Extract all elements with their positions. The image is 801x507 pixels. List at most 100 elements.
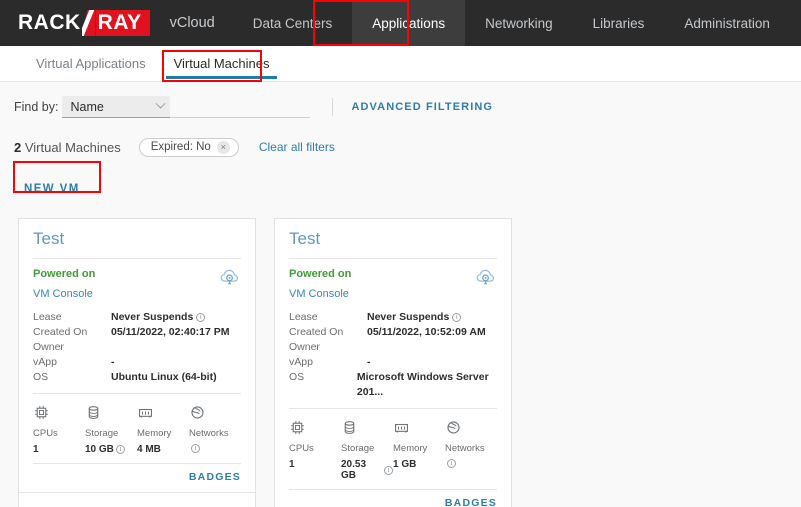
spec-value-storage: 20.53 GB i xyxy=(341,459,393,481)
meta-value-created-on: 05/11/2022, 10:52:09 AM xyxy=(367,326,486,338)
badges-link[interactable]: BADGES xyxy=(189,471,241,483)
vm-console-link[interactable]: VM Console xyxy=(289,288,351,300)
spec-value-memory: 4 MB xyxy=(137,444,161,455)
network-globe-icon xyxy=(189,404,241,424)
chevron-down-icon xyxy=(156,98,166,109)
spec-memory: Memory 4 MB xyxy=(137,404,189,455)
spec-label-cpus: CPUs xyxy=(289,443,314,454)
nav-item-monitor[interactable]: Monitor xyxy=(790,0,801,46)
spec-storage: Storage 20.53 GB i xyxy=(341,419,393,481)
cpu-icon xyxy=(289,419,341,439)
meta-value-os: Ubuntu Linux (64-bit) xyxy=(111,371,217,383)
nav-item-networking[interactable]: Networking xyxy=(465,0,573,46)
clear-all-filters-link[interactable]: Clear all filters xyxy=(259,140,335,154)
filter-chip-expired[interactable]: Expired: No × xyxy=(138,137,239,157)
nav-item-data-centers[interactable]: Data Centers xyxy=(233,0,353,46)
vm-card-title[interactable]: Test xyxy=(33,229,241,258)
status-badge: Powered on xyxy=(289,268,352,280)
filter-bar: Find by: Name ADVANCED FILTERING xyxy=(0,92,801,122)
tab-virtual-applications[interactable]: Virtual Applications xyxy=(22,46,160,81)
vm-card[interactable]: Test Powered on VM Console Lease Never S… xyxy=(18,218,256,507)
spec-cpus: CPUs 1 xyxy=(33,404,85,455)
spec-label-memory: Memory xyxy=(137,428,172,439)
network-globe-icon xyxy=(445,419,497,439)
badges-link[interactable]: BADGES xyxy=(445,497,497,507)
meta-label-owner: Owner xyxy=(33,341,64,353)
filter-chip-label: Expired: No xyxy=(150,141,211,153)
close-icon[interactable]: × xyxy=(216,140,230,154)
info-icon[interactable]: i xyxy=(191,444,200,453)
cpu-icon xyxy=(33,404,85,424)
meta-label-owner: Owner xyxy=(289,341,320,353)
meta-value-created-on: 05/11/2022, 02:40:17 PM xyxy=(111,326,230,338)
find-by-selected-value: Name xyxy=(70,99,104,114)
meta-row-os: OS Ubuntu Linux (64-bit) xyxy=(33,370,241,385)
vm-card[interactable]: Test Powered on VM Console Lease Never S… xyxy=(274,218,512,507)
spec-label-networks: Networks xyxy=(445,443,485,454)
meta-value-os: Microsoft Windows Server 201... xyxy=(356,371,489,398)
info-icon[interactable]: i xyxy=(115,445,125,454)
spec-memory: Memory 1 GB xyxy=(393,419,445,481)
new-vm-button[interactable]: NEW VM xyxy=(14,175,90,203)
spec-label-storage: Storage xyxy=(85,428,119,439)
main-nav-items: Data Centers Applications Networking Lib… xyxy=(233,0,801,46)
top-navigation-bar: RACK RAY vCloud Data Centers Application… xyxy=(0,0,801,46)
meta-row-owner: Owner xyxy=(289,340,497,355)
memory-icon xyxy=(137,404,189,424)
find-by-select[interactable]: Name xyxy=(62,96,171,118)
nav-item-applications[interactable]: Applications xyxy=(352,0,466,46)
logo-slash-icon xyxy=(82,10,96,36)
advanced-filtering-link[interactable]: ADVANCED FILTERING xyxy=(351,101,493,113)
spec-label-networks: Networks xyxy=(189,428,229,439)
spec-networks: Networks i xyxy=(445,419,497,481)
nav-item-libraries[interactable]: Libraries xyxy=(573,0,665,46)
storage-icon xyxy=(85,404,137,424)
meta-label-created-on: Created On xyxy=(289,326,344,338)
vm-card-footer: ACTIONS DETAILS xyxy=(19,492,255,507)
meta-row-created-on: Created On 05/11/2022, 02:40:17 PM xyxy=(33,325,241,340)
meta-label-os: OS xyxy=(33,371,49,383)
find-by-label: Find by: xyxy=(14,100,59,114)
meta-row-created-on: Created On 05/11/2022, 10:52:09 AM xyxy=(289,325,497,340)
results-summary-row: 2 Virtual Machines Expired: No × Clear a… xyxy=(0,136,801,158)
meta-label-vapp: vApp xyxy=(289,356,313,368)
vm-count-suffix: Virtual Machines xyxy=(21,139,121,155)
meta-label-created-on: Created On xyxy=(33,326,88,338)
vm-count-text: 2 Virtual Machines xyxy=(14,140,121,155)
nav-item-administration[interactable]: Administration xyxy=(664,0,790,46)
meta-value-lease: Never Suspends i xyxy=(367,310,462,325)
logo-text-right: RAY xyxy=(95,10,150,36)
spec-storage: Storage 10 GB i xyxy=(85,404,137,455)
meta-row-lease: Lease Never Suspends i xyxy=(33,310,241,325)
spec-value-networks: i xyxy=(445,459,497,468)
vm-cloud-icon xyxy=(475,266,497,293)
new-vm-row: NEW VM xyxy=(0,172,801,206)
spec-label-storage: Storage xyxy=(341,443,375,454)
search-input[interactable] xyxy=(170,96,311,118)
info-icon[interactable]: i xyxy=(452,313,462,322)
spec-cpus: CPUs 1 xyxy=(289,419,341,481)
vm-specs: CPUs 1 Storage 10 GB i Memory 4 MB Netwo… xyxy=(33,394,241,463)
vm-meta-list: Lease Never Suspends i Created On 05/11/… xyxy=(289,300,497,408)
meta-value-vapp: - xyxy=(367,356,371,368)
meta-label-os: OS xyxy=(289,371,305,383)
storage-text: 10 GB xyxy=(85,444,114,455)
vm-card-title[interactable]: Test xyxy=(289,229,497,258)
brand-logo[interactable]: RACK RAY xyxy=(0,0,164,46)
spec-label-cpus: CPUs xyxy=(33,428,58,439)
vm-console-link[interactable]: VM Console xyxy=(33,288,95,300)
spec-value-storage: 10 GB i xyxy=(85,444,137,455)
tab-virtual-machines[interactable]: Virtual Machines xyxy=(160,46,284,81)
spec-value-networks: i xyxy=(189,444,241,453)
info-icon[interactable]: i xyxy=(447,459,456,468)
vm-specs: CPUs 1 Storage 20.53 GB i Memory 1 GB Ne… xyxy=(289,409,497,489)
meta-row-lease: Lease Never Suspends i xyxy=(289,310,497,325)
memory-icon xyxy=(393,419,445,439)
info-icon[interactable]: i xyxy=(196,313,206,322)
sub-navigation-tabs: Virtual Applications Virtual Machines xyxy=(0,46,801,82)
spec-label-memory: Memory xyxy=(393,443,428,454)
meta-label-lease: Lease xyxy=(33,311,62,323)
info-icon[interactable]: i xyxy=(384,465,393,475)
meta-value-vapp: - xyxy=(111,356,115,368)
storage-text: 20.53 GB xyxy=(341,459,367,481)
